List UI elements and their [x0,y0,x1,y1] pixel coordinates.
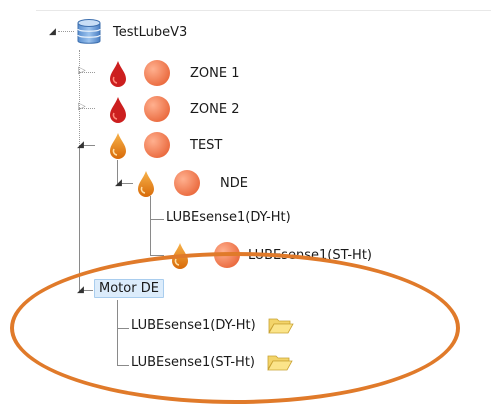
highlight-ellipse [10,252,460,404]
tree-branch [58,31,74,32]
tree-node-zone1[interactable]: ZONE 1 [108,58,239,88]
tree-node-label: NDE [220,175,248,191]
status-indicator-icon [144,132,170,158]
tree-line-root-solid [79,145,80,290]
tree-line-nde [150,196,151,256]
tree-node-label: TEST [190,137,223,153]
status-indicator-icon [174,170,200,196]
tree-node-root[interactable]: TestLubeV3 [76,18,187,46]
expand-toggle-nde[interactable]: ◢ [115,178,122,188]
tree-node-label: ZONE 2 [190,101,240,117]
oil-drop-icon [110,61,126,87]
expand-toggle-zone1[interactable]: ▷ [78,66,86,76]
tree-node-label: TestLubeV3 [113,24,188,40]
oil-drop-icon [110,133,126,159]
tree-node-label: ZONE 1 [190,65,240,81]
oil-drop-icon [138,171,154,197]
oil-drop-icon [110,97,126,123]
tree-branch [150,219,164,220]
tree-node-label: LUBEsense1(DY-Ht) [166,210,291,225]
expand-toggle-test[interactable]: ◢ [77,140,84,150]
expand-toggle-root[interactable]: ◢ [49,27,56,37]
tree-node-zone2[interactable]: ZONE 2 [108,94,239,124]
status-indicator-icon [144,60,170,86]
tree-node-lubesense-dy[interactable]: LUBEsense1(DY-Ht) [166,210,291,225]
status-indicator-icon [144,96,170,122]
database-icon [77,19,101,44]
tree-node-nde[interactable]: NDE [136,168,248,198]
tree-node-test[interactable]: TEST [108,130,222,160]
expand-toggle-zone2[interactable]: ▷ [78,102,86,112]
top-divider [36,10,491,11]
